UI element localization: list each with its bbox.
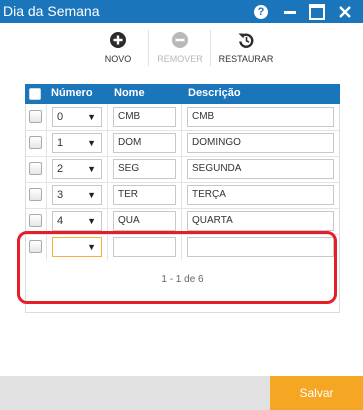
nome-input[interactable]: QUA: [113, 211, 176, 231]
table-row: 2 ▼ SEG SEGUNDA: [26, 156, 339, 183]
minus-circle-icon: [172, 32, 188, 48]
dropdown-arrow-icon: ▼: [87, 216, 96, 226]
restore-icon: [238, 33, 254, 48]
numero-select[interactable]: 2 ▼: [52, 159, 102, 179]
dropdown-arrow-icon: ▼: [87, 138, 96, 148]
row-checkbox[interactable]: [29, 162, 42, 175]
highlight-annotation: [17, 231, 337, 304]
numero-select[interactable]: 0 ▼: [52, 107, 102, 127]
row-checkbox[interactable]: [29, 188, 42, 201]
novo-button[interactable]: NOVO: [96, 29, 140, 69]
grid-header: Número Nome Descrição: [25, 84, 340, 104]
title-bar: Dia da Semana ?: [0, 0, 363, 23]
column-divider: [107, 182, 108, 208]
descricao-input[interactable]: TERÇA: [187, 185, 334, 205]
column-divider: [107, 104, 108, 130]
column-divider: [46, 130, 47, 156]
column-divider: [107, 156, 108, 182]
toolbar-divider: [210, 30, 211, 66]
numero-select[interactable]: 1 ▼: [52, 133, 102, 153]
save-button[interactable]: Salvar: [270, 376, 363, 410]
descricao-input[interactable]: SEGUNDA: [187, 159, 334, 179]
row-checkbox[interactable]: [29, 136, 42, 149]
table-row: 0 ▼ CMB CMB: [26, 104, 339, 131]
nome-input[interactable]: SEG: [113, 159, 176, 179]
remover-button[interactable]: REMOVER: [154, 29, 206, 69]
nome-input[interactable]: TER: [113, 185, 176, 205]
dropdown-arrow-icon: ▼: [87, 112, 96, 122]
numero-select[interactable]: 3 ▼: [52, 185, 102, 205]
restaurar-button[interactable]: RESTAURAR: [216, 29, 276, 69]
close-icon: [339, 5, 351, 18]
column-divider: [181, 156, 182, 182]
maximize-icon: [309, 3, 325, 20]
column-divider: [107, 130, 108, 156]
numero-select[interactable]: 4 ▼: [52, 211, 102, 231]
help-icon: ?: [254, 4, 268, 19]
remover-label: REMOVER: [157, 54, 203, 64]
nome-input[interactable]: DOM: [113, 133, 176, 153]
numero-value: 3: [57, 189, 64, 201]
column-header-numero[interactable]: Número: [51, 87, 93, 99]
close-button[interactable]: [334, 0, 356, 23]
column-divider: [181, 130, 182, 156]
window-title: Dia da Semana: [3, 3, 100, 19]
maximize-button[interactable]: [306, 0, 328, 23]
minimize-icon: [284, 11, 296, 14]
numero-value: 0: [57, 111, 64, 123]
column-divider: [46, 156, 47, 182]
column-divider: [46, 182, 47, 208]
column-header-descricao[interactable]: Descrição: [188, 87, 241, 99]
column-header-nome[interactable]: Nome: [114, 87, 145, 99]
toolbar-divider: [148, 30, 149, 66]
table-row: 1 ▼ DOM DOMINGO: [26, 130, 339, 157]
descricao-input[interactable]: CMB: [187, 107, 334, 127]
numero-value: 2: [57, 163, 64, 175]
select-all-checkbox[interactable]: [29, 88, 41, 100]
table-row: 3 ▼ TER TERÇA: [26, 182, 339, 209]
minimize-button[interactable]: [280, 0, 300, 23]
numero-value: 4: [57, 215, 64, 227]
help-button[interactable]: ?: [252, 0, 270, 23]
plus-circle-icon: [110, 32, 126, 48]
descricao-input[interactable]: QUARTA: [187, 211, 334, 231]
column-divider: [181, 182, 182, 208]
novo-label: NOVO: [104, 54, 132, 64]
numero-value: 1: [57, 137, 64, 149]
dropdown-arrow-icon: ▼: [87, 190, 96, 200]
column-divider: [181, 104, 182, 130]
dropdown-arrow-icon: ▼: [87, 164, 96, 174]
descricao-input[interactable]: DOMINGO: [187, 133, 334, 153]
column-divider: [46, 104, 47, 130]
row-checkbox[interactable]: [29, 214, 42, 227]
row-checkbox[interactable]: [29, 110, 42, 123]
restaurar-label: RESTAURAR: [218, 54, 274, 64]
nome-input[interactable]: CMB: [113, 107, 176, 127]
